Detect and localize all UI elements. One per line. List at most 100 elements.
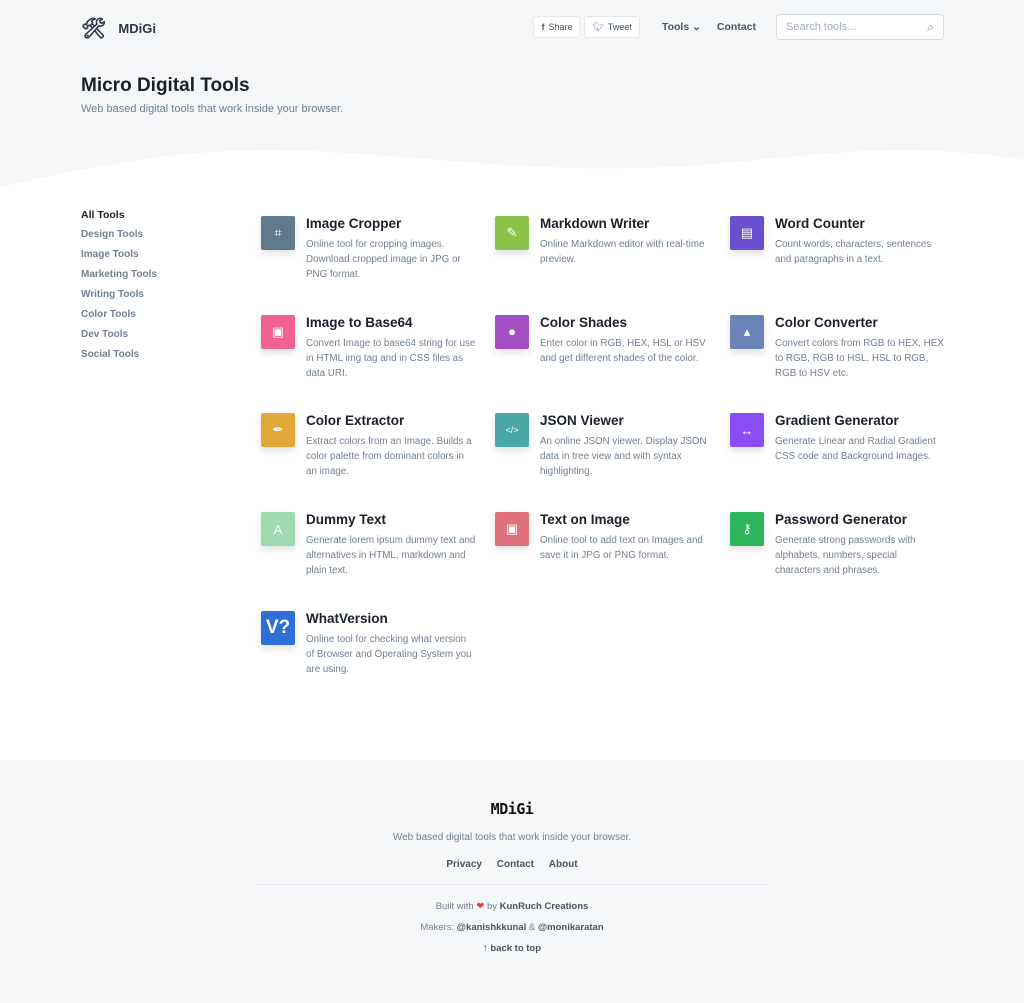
sidebar-item[interactable]: Dev Tools — [81, 329, 157, 349]
facebook-icon: f — [541, 22, 545, 32]
tool-card[interactable]: A Dummy Text Generate lorem ipsum dummy te… — [261, 512, 476, 578]
makers: Makers: @kanishkkunal & @monikaratan — [0, 922, 1024, 933]
maker2-link[interactable]: @monikaratan — [538, 922, 604, 933]
sidebar-item[interactable]: Design Tools — [81, 229, 157, 249]
tool-card[interactable]: V? WhatVersion Online tool for checking wh… — [261, 610, 476, 677]
top-nav: fShare 🐦︎Tweet Tools ⌄ Contact ⌕ — [533, 14, 944, 40]
footer-contact-link[interactable]: Contact — [497, 859, 534, 870]
tool-card[interactable]: ▣ Text on Image Online tool to add text on… — [495, 512, 710, 563]
tool-description: Generate Linear and Radial Gradient CSS … — [775, 436, 936, 463]
font-icon: A — [261, 512, 295, 547]
tool-card[interactable]: ⚷ Password Generator Generate strong passw… — [730, 512, 945, 578]
tools-menu[interactable]: Tools ⌄ — [662, 21, 701, 33]
footer-logo[interactable]: MDiGi — [0, 800, 1024, 818]
search-input[interactable] — [786, 21, 916, 33]
tool-card[interactable]: ✎ Markdown Writer Online Markdown editor w… — [495, 216, 710, 267]
maker1-link[interactable]: @kanishkkunal — [457, 922, 526, 933]
key-icon: ⚷ — [730, 512, 764, 547]
sidebar-item[interactable]: Writing Tools — [81, 289, 157, 309]
footer: MDiGi Web based digital tools that work … — [0, 760, 1024, 1003]
tool-title[interactable]: Password Generator — [775, 512, 945, 527]
built-with: Built with ❤ by KunRuch Creations — [0, 901, 1024, 912]
sidebar-item[interactable]: Color Tools — [81, 309, 157, 329]
tool-title[interactable]: Gradient Generator — [775, 413, 945, 428]
wave-divider — [0, 150, 1024, 200]
eyedropper-icon: ✒ — [261, 413, 295, 448]
sidebar-item[interactable]: Image Tools — [81, 249, 157, 269]
document-icon: ▤ — [730, 216, 764, 250]
amp: & — [528, 922, 536, 933]
palette-icon: ● — [495, 314, 529, 349]
privacy-link[interactable]: Privacy — [446, 859, 482, 870]
tool-card[interactable]: ▤ Word Counter Count words, characters, se… — [730, 216, 945, 267]
brand-logo[interactable]: 🛠 MDiGi — [81, 16, 156, 41]
built-with-label: Built with — [435, 901, 474, 912]
sidebar-item[interactable]: Social Tools — [81, 349, 157, 369]
search-box: ⌕ — [776, 14, 944, 40]
makers-label: Makers: — [420, 922, 455, 933]
tool-title[interactable]: WhatVersion — [306, 611, 476, 626]
paint-bucket-icon: ▴ — [730, 314, 764, 349]
creator-link[interactable]: KunRuch Creations — [500, 901, 589, 912]
tool-card[interactable]: ▣ Image to Base64 Convert Image to base64 … — [261, 314, 476, 381]
tool-description: Enter color in RGB, HEX, HSL or HSV and … — [540, 337, 706, 364]
tool-description: Count words, characters, sentences and p… — [775, 239, 932, 265]
tool-description: Extract colors from an Image. Builds a c… — [306, 436, 472, 478]
heart-icon: ❤ — [476, 901, 485, 912]
back-to-top-link[interactable]: ↑ back to top — [0, 943, 1024, 954]
tweet-button[interactable]: 🐦︎ Tweet — [584, 16, 640, 38]
tool-title[interactable]: Image to Base64 — [306, 315, 476, 330]
share-label: Share — [548, 22, 573, 32]
code-icon: </> — [495, 413, 529, 448]
tool-card[interactable]: ↔ Gradient Generator Generate Linear and R… — [730, 413, 945, 464]
contact-link[interactable]: Contact — [717, 21, 756, 33]
chevron-down-icon: ⌄ — [692, 21, 701, 33]
tool-description: An online JSON viewer. Display JSON data… — [540, 436, 707, 478]
tool-card[interactable]: </> JSON Viewer An online JSON viewer. Dis… — [495, 413, 710, 479]
page-subtitle: Web based digital tools that work inside… — [81, 103, 344, 115]
page-title: Micro Digital Tools — [81, 75, 250, 96]
tool-description: Generate strong passwords with alphabets… — [775, 535, 916, 577]
footer-links: Privacy Contact About — [0, 859, 1024, 870]
sidebar-item[interactable]: All Tools — [81, 209, 157, 229]
tool-title[interactable]: Color Shades — [540, 315, 710, 330]
tool-description: Online Markdown editor with real-time pr… — [540, 239, 705, 265]
sidebar-item[interactable]: Marketing Tools — [81, 269, 157, 289]
tool-title[interactable]: Text on Image — [540, 512, 710, 527]
tool-title[interactable]: Color Extractor — [306, 413, 476, 428]
tool-description: Generate lorem ipsum dummy text and alte… — [306, 535, 476, 577]
sidebar: All Tools Design Tools Image Tools Marketin… — [81, 209, 157, 369]
tool-card[interactable]: ● Color Shades Enter color in RGB, HEX, HS… — [495, 314, 710, 366]
tool-title[interactable]: Word Counter — [775, 216, 945, 231]
twitter-icon: 🐦︎ — [592, 21, 604, 32]
tool-card[interactable]: ▴ Color Converter Convert colors from RGB … — [730, 314, 945, 381]
tool-title[interactable]: Color Converter — [775, 315, 945, 330]
crop-icon: ⌗ — [261, 216, 295, 250]
brand-name: MDiGi — [118, 21, 156, 36]
tool-title[interactable]: Markdown Writer — [540, 216, 710, 231]
tools-label: Tools — [661, 21, 690, 33]
footer-divider — [256, 884, 768, 885]
whatversion-logo-icon: V? — [261, 610, 295, 645]
by-label: by — [486, 901, 497, 912]
search-icon[interactable]: ⌕ — [927, 20, 934, 35]
edit-icon: ✎ — [495, 216, 529, 250]
tool-card[interactable]: ✒ Color Extractor Extract colors from an I… — [261, 413, 476, 479]
about-link[interactable]: About — [549, 859, 578, 870]
image-icon: ▣ — [261, 314, 295, 349]
tools-icon: 🛠 — [81, 18, 107, 40]
tool-description: Convert Image to base64 string for use i… — [306, 337, 476, 379]
tool-description: Convert colors from RGB to HEX, HEX to R… — [775, 337, 944, 379]
share-button[interactable]: f Share — [533, 16, 581, 38]
tool-description: Online tool for checking what version of… — [306, 633, 472, 675]
tool-description: Online tool to add text on Images and sa… — [540, 535, 703, 562]
arrows-horizontal-icon: ↔ — [730, 413, 764, 448]
tool-card[interactable]: ⌗ Image Cropper Online tool for cropping i… — [261, 216, 476, 282]
tool-title[interactable]: Dummy Text — [306, 512, 476, 527]
tool-title[interactable]: JSON Viewer — [540, 413, 710, 428]
image-icon: ▣ — [495, 512, 529, 547]
tweet-label: Tweet — [607, 22, 632, 32]
tool-description: Online tool for cropping images. Downloa… — [306, 239, 461, 280]
footer-tagline: Web based digital tools that work inside… — [392, 832, 632, 843]
tool-title[interactable]: Image Cropper — [306, 216, 476, 231]
